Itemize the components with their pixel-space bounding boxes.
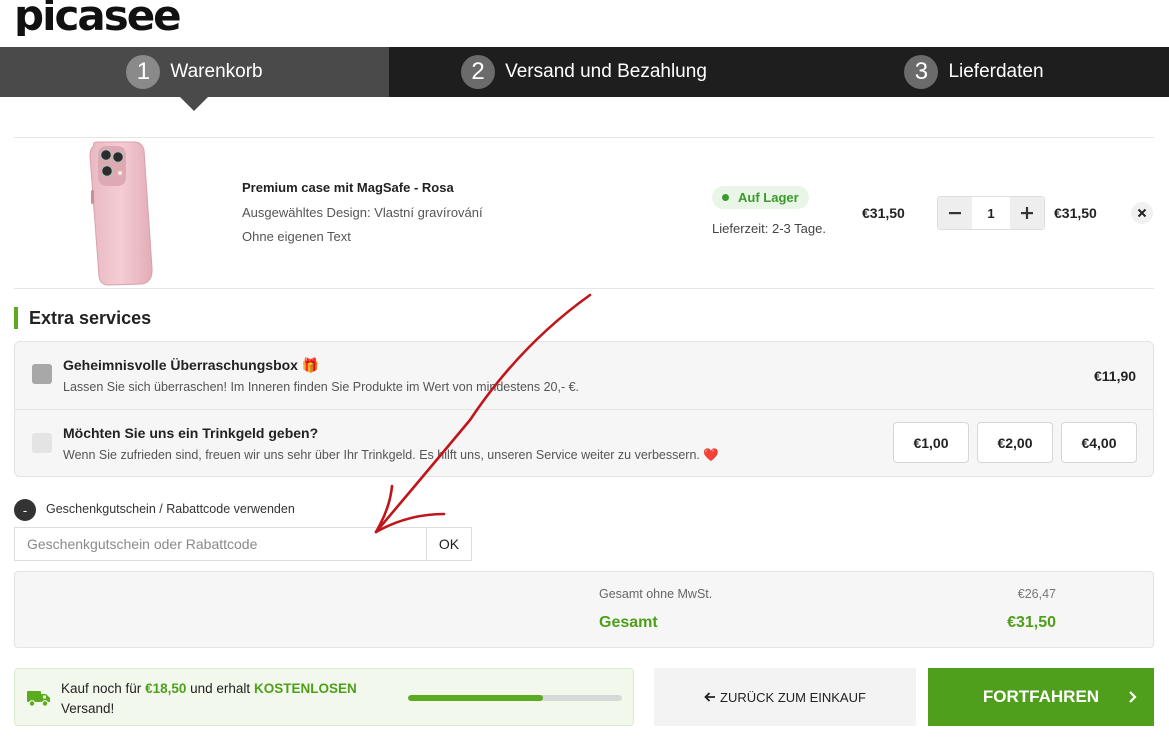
free-shipping-progress-fill <box>408 695 543 701</box>
active-step-pointer <box>180 97 208 111</box>
order-summary: Gesamt ohne MwSt. €26,47 Gesamt €31,50 <box>14 571 1154 648</box>
tip-description-text: Wenn Sie zufrieden sind, freuen wir uns … <box>63 448 700 462</box>
step-number: 1 <box>126 55 161 89</box>
tip-option-1-button[interactable]: €1,00 <box>893 422 969 463</box>
surprise-box-title: Geheimnisvolle Überraschungsbox 🎁 <box>63 357 319 374</box>
coupon-label[interactable]: Geschenkgutschein / Rabattcode verwenden <box>46 502 295 516</box>
picasee-logo: picasee <box>14 0 182 40</box>
grand-total-label: Gesamt <box>599 614 658 631</box>
free-shipping-middle: und erhalt <box>190 681 251 696</box>
product-image[interactable] <box>84 140 156 286</box>
item-total-price: €31,50 <box>1054 205 1097 221</box>
remove-item-button[interactable] <box>1131 202 1153 224</box>
checkout-steps: 1 Warenkorb 2 Versand und Bezahlung 3 Li… <box>0 47 1169 97</box>
step-label: Versand und Bezahlung <box>505 61 707 82</box>
free-shipping-prefix: Kauf noch für <box>61 681 142 696</box>
free-shipping-highlight: KOSTENLOSEN <box>253 681 357 696</box>
chevron-right-icon <box>1129 691 1137 703</box>
tip-description: Wenn Sie zufrieden sind, freuen wir uns … <box>63 448 719 463</box>
brand-logo[interactable]: picasee picasee <box>14 0 214 40</box>
free-shipping-amount: €18,50 <box>145 681 187 696</box>
divider <box>15 409 1153 410</box>
tip-option-2-button[interactable]: €2,00 <box>977 422 1053 463</box>
surprise-box-checkbox[interactable] <box>32 364 52 384</box>
free-shipping-suffix: Versand! <box>61 701 115 716</box>
coupon-ok-button[interactable]: OK <box>426 527 472 561</box>
free-shipping-banner: Kauf noch für €18,50 und erhalt KOSTENLO… <box>14 668 634 726</box>
step-cart[interactable]: 1 Warenkorb <box>0 47 389 97</box>
product-name[interactable]: Premium case mit MagSafe - Rosa <box>242 180 454 195</box>
product-custom-text: Ohne eigenen Text <box>242 229 351 244</box>
tip-option-3-button[interactable]: €4,00 <box>1061 422 1137 463</box>
unit-price: €31,50 <box>862 205 905 221</box>
extra-services-box: Geheimnisvolle Überraschungsbox 🎁 Lassen… <box>14 341 1154 477</box>
truck-icon <box>27 691 50 707</box>
tip-title: Möchten Sie uns ein Trinkgeld geben? <box>63 425 319 441</box>
heart-icon: ❤️ <box>703 448 719 462</box>
step-shipping-payment[interactable]: 2 Versand und Bezahlung <box>389 47 779 97</box>
gift-icon: 🎁 <box>301 357 320 373</box>
continue-label: FORTFAHREN <box>982 687 1100 706</box>
product-design: Ausgewähltes Design: Vlastní gravírování <box>242 205 483 220</box>
minus-icon <box>949 212 961 215</box>
tip-checkbox[interactable] <box>32 433 52 453</box>
close-icon <box>1137 208 1147 218</box>
quantity-stepper: 1 <box>937 196 1045 230</box>
surprise-box-title-text: Geheimnisvolle Überraschungsbox <box>63 357 298 373</box>
plus-icon <box>1021 207 1033 219</box>
quantity-value[interactable]: 1 <box>972 197 1010 229</box>
net-total-value: €26,47 <box>1017 587 1056 601</box>
stock-dot-icon <box>722 194 729 201</box>
decrease-quantity-button[interactable] <box>938 197 972 229</box>
coupon-input[interactable] <box>14 527 427 561</box>
divider <box>14 288 1154 289</box>
back-to-shop-button[interactable]: ZURÜCK ZUM EINKAUF <box>654 668 916 726</box>
step-label: Lieferdaten <box>948 61 1044 82</box>
continue-button[interactable]: FORTFAHREN <box>928 668 1154 726</box>
back-to-shop-label: ZURÜCK ZUM EINKAUF <box>720 689 866 705</box>
free-shipping-progress-bar <box>408 695 622 701</box>
net-total-label: Gesamt ohne MwSt. <box>599 587 713 601</box>
delivery-time: Lieferzeit: 2-3 Tage. <box>712 221 826 236</box>
step-number: 2 <box>461 55 496 89</box>
grand-total-value: €31,50 <box>1007 614 1056 631</box>
extra-services-title: Extra services <box>14 307 151 329</box>
step-number: 3 <box>904 55 939 89</box>
stock-label: Auf Lager <box>738 190 799 205</box>
step-delivery-details[interactable]: 3 Lieferdaten <box>779 47 1169 97</box>
arrow-left-icon <box>704 692 716 702</box>
pink-phone-case-icon <box>89 141 153 286</box>
surprise-box-price: €11,90 <box>1094 368 1137 384</box>
stock-badge: Auf Lager <box>712 186 809 209</box>
svg-text:picasee: picasee <box>14 0 180 36</box>
increase-quantity-button[interactable] <box>1010 197 1044 229</box>
divider <box>14 137 1154 138</box>
surprise-box-description: Lassen Sie sich überraschen! Im Inneren … <box>63 380 580 394</box>
free-shipping-text: Kauf noch für €18,50 und erhalt KOSTENLO… <box>61 679 391 719</box>
step-label: Warenkorb <box>170 61 263 82</box>
coupon-toggle-button[interactable]: - <box>14 499 36 521</box>
